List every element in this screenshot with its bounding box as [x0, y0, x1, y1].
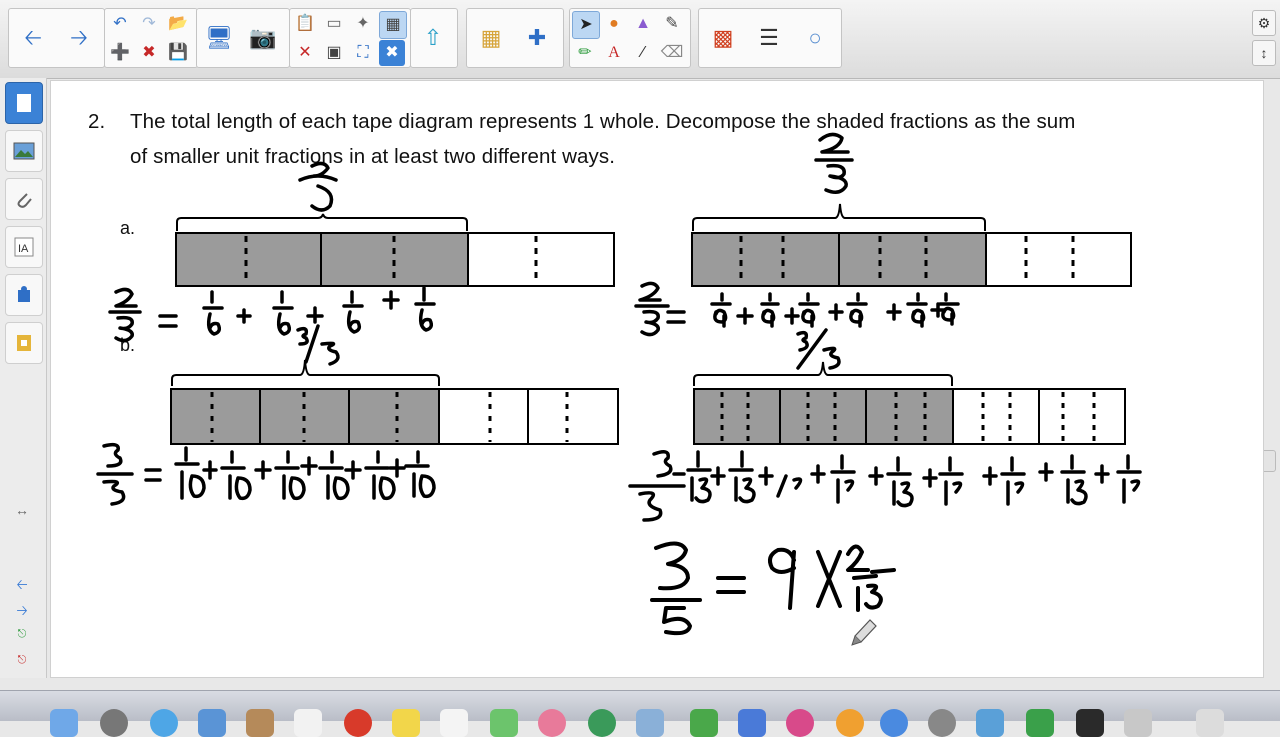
preview-icon[interactable]	[636, 709, 664, 737]
magic-icon[interactable]: ✦	[350, 11, 376, 37]
record-icon[interactable]	[344, 709, 372, 737]
redo-icon[interactable]: ↷	[136, 11, 162, 37]
mail-icon[interactable]	[198, 709, 226, 737]
puzzle-icon	[18, 286, 30, 302]
pens-icon[interactable]: ✏	[572, 40, 598, 66]
select-icon[interactable]: ➤	[572, 11, 600, 39]
screen-capture-icon[interactable]: ▣	[321, 40, 347, 66]
next-page-icon[interactable]: 🡢	[12, 600, 32, 618]
part-a-label: a.	[120, 218, 136, 238]
fullscreen-icon[interactable]: ⛶	[350, 40, 376, 66]
page-sorter-tab[interactable]	[5, 82, 43, 124]
reminders-icon[interactable]	[440, 709, 468, 737]
gallery-group: ▦ ✚	[466, 8, 564, 68]
save-icon[interactable]: 💾	[165, 40, 191, 66]
notes-icon[interactable]	[392, 709, 420, 737]
launchpad-icon[interactable]	[100, 709, 128, 737]
lesson-icon	[17, 335, 31, 351]
text-properties-icon: IA	[14, 237, 34, 257]
question-line-2: of smaller unit fractions in at least tw…	[130, 145, 616, 168]
terminal-icon[interactable]	[1076, 709, 1104, 737]
contacts-icon[interactable]	[246, 709, 274, 737]
itunes-icon[interactable]	[786, 709, 814, 737]
whiteboard-page[interactable]	[50, 80, 1264, 678]
eraser-icon[interactable]: ⌫	[659, 40, 685, 66]
keynote-icon[interactable]	[738, 709, 766, 737]
smart-app-icon[interactable]	[1026, 709, 1054, 737]
finder-icon[interactable]	[50, 709, 78, 737]
properties-tab[interactable]: IA	[5, 226, 43, 268]
gallery-tab[interactable]	[5, 130, 43, 172]
resize-icon[interactable]: ↔	[12, 502, 32, 518]
back-arrow-icon[interactable]: 🡠	[15, 13, 51, 63]
color-palette-icon[interactable]: ▩	[705, 13, 741, 63]
open-folder-icon[interactable]: 📂	[165, 11, 191, 37]
question-number: 2.	[88, 110, 106, 133]
table-icon[interactable]: ▦	[379, 11, 407, 39]
clear-icon[interactable]: ✕	[292, 40, 318, 66]
calendar-icon[interactable]	[294, 709, 322, 737]
app-store-icon[interactable]	[880, 709, 908, 737]
properties-group: ▩ ☰ ○	[698, 8, 842, 68]
facetime-icon[interactable]	[588, 709, 616, 737]
safari-icon[interactable]	[150, 709, 178, 737]
lines-icon[interactable]: ∕	[630, 40, 656, 66]
image-icon	[13, 142, 35, 160]
addons-tab[interactable]	[5, 274, 43, 316]
attachments-tab[interactable]	[5, 178, 43, 220]
delete-page-icon[interactable]: ✖	[136, 40, 162, 66]
page-icon	[17, 94, 31, 112]
paste-icon[interactable]: 📋	[292, 11, 318, 37]
gallery-icon[interactable]: ▦	[473, 13, 509, 63]
line-style-icon[interactable]: ☰	[751, 13, 787, 63]
undo-icon[interactable]: ↶	[107, 11, 133, 37]
paperclip-icon	[17, 193, 32, 208]
close-screen-icon[interactable]: ✖	[379, 40, 405, 66]
document-camera-icon[interactable]: ⇧	[415, 13, 451, 63]
delete-page-side-icon[interactable]: ⎋	[12, 654, 32, 670]
downloads-icon[interactable]	[1124, 709, 1152, 737]
smart-notebook-icon[interactable]	[976, 709, 1004, 737]
messages-icon[interactable]	[490, 709, 518, 737]
fill-icon[interactable]: ▲	[630, 11, 656, 37]
trash-icon[interactable]	[1196, 709, 1224, 737]
edit-group: 📋 ▭ ✦ ▦ ✕ ▣ ⛶ ✖	[289, 8, 411, 68]
text-icon[interactable]: A	[601, 40, 627, 66]
show-hide-icon[interactable]: ▭	[321, 11, 347, 37]
main-toolbar: 🡠 🡢 ↶ ↷ 📂 ➕ ✖ 💾 🖥 📷 📋 ▭ ✦ ▦ ✕ ▣ ⛶ ✖ ⇧ ▦ …	[0, 0, 1280, 79]
numbers-icon[interactable]	[690, 709, 718, 737]
properties-icon[interactable]: ○	[797, 13, 833, 63]
capture-icon[interactable]: 📷	[245, 13, 281, 63]
navigation-group: 🡠 🡢	[8, 8, 105, 68]
magic-pen-icon[interactable]: ✎	[659, 11, 685, 37]
macos-dock	[0, 690, 1280, 737]
side-tabs: IA ↔ 🡠 🡢 ⎋ ⎋	[0, 78, 47, 678]
add-page-icon[interactable]: ➕	[107, 40, 133, 66]
photos-icon[interactable]	[538, 709, 566, 737]
system-preferences-icon[interactable]	[928, 709, 956, 737]
lesson-tab[interactable]	[5, 322, 43, 364]
prev-page-icon[interactable]: 🡠	[12, 574, 32, 592]
forward-arrow-icon[interactable]: 🡢	[61, 13, 97, 63]
question-line-1: The total length of each tape diagram re…	[130, 110, 1076, 133]
page-group: ↶ ↷ 📂 ➕ ✖ 💾	[104, 8, 198, 68]
screen-group: 🖥 📷	[196, 8, 290, 68]
toolbar-move-icon[interactable]: ↕	[1252, 40, 1276, 66]
screen-shade-icon[interactable]: 🖥	[201, 13, 237, 63]
camera-group: ⇧	[410, 8, 458, 68]
settings-icon[interactable]: ⚙	[1252, 10, 1276, 36]
shapes-icon[interactable]: ●	[601, 11, 627, 37]
tools-group: ➤ ● ▲ ✎ ✏ A ∕ ⌫	[569, 8, 691, 68]
ibooks-icon[interactable]	[836, 709, 864, 737]
part-b-label: b.	[120, 335, 136, 355]
add-page-side-icon[interactable]: ⎋	[12, 628, 32, 644]
addon-icon[interactable]: ✚	[519, 13, 555, 63]
svg-text:IA: IA	[18, 243, 29, 255]
